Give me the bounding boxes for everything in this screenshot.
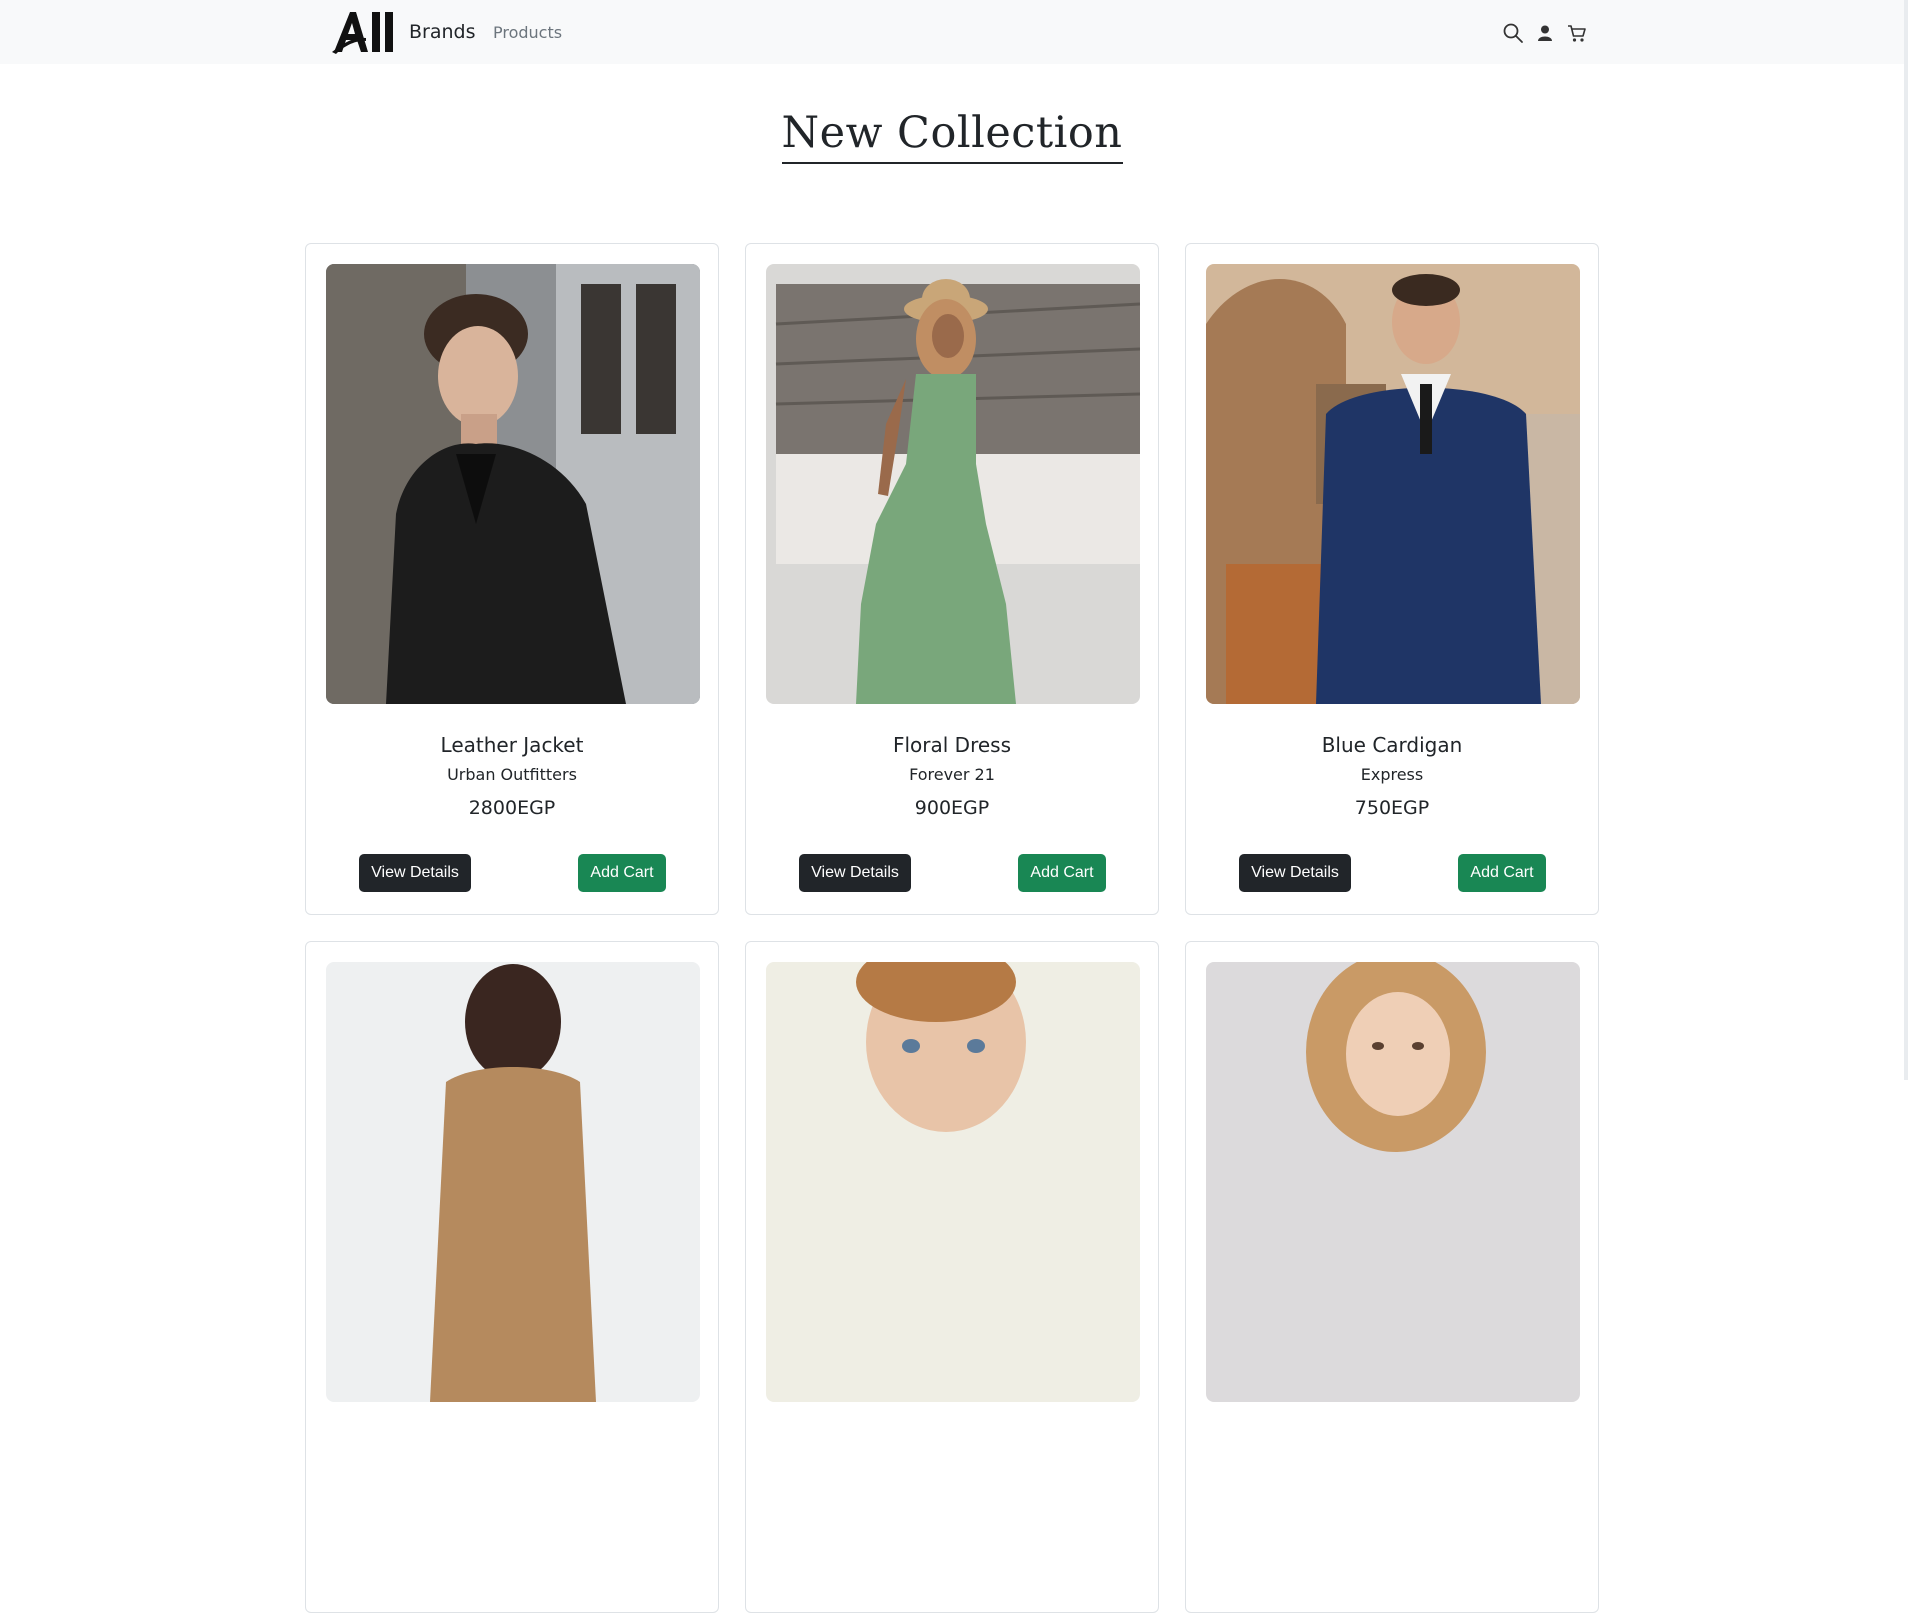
product-image[interactable] — [766, 962, 1140, 1402]
add-cart-button[interactable]: Add Cart — [578, 854, 666, 892]
product-image[interactable] — [326, 264, 700, 704]
product-image[interactable] — [1206, 264, 1580, 704]
add-cart-button[interactable]: Add Cart — [1458, 854, 1546, 892]
product-price: 750EGP — [1354, 797, 1430, 819]
product-card: Leather Jacket Urban Outfitters 2800EGP … — [305, 243, 719, 915]
product-title: Leather Jacket — [440, 733, 584, 757]
nav-link-products[interactable]: Products — [493, 23, 562, 42]
view-details-button[interactable]: View Details — [1239, 854, 1351, 892]
product-image[interactable] — [1206, 962, 1580, 1402]
product-brand: Express — [1360, 765, 1424, 784]
product-card — [305, 941, 719, 1613]
product-card: Floral Dress Forever 21 900EGP View Deta… — [745, 243, 1159, 915]
navbar: Brands Products — [0, 0, 1904, 64]
product-price: 900EGP — [914, 797, 990, 819]
product-image[interactable] — [766, 264, 1140, 704]
product-card: Blue Cardigan Express 750EGP View Detail… — [1185, 243, 1599, 915]
product-brand: Forever 21 — [909, 765, 995, 784]
product-title: Blue Cardigan — [1321, 733, 1463, 757]
product-title: Floral Dress — [892, 733, 1012, 757]
section-title: New Collection — [781, 108, 1123, 164]
view-details-button[interactable]: View Details — [359, 854, 471, 892]
product-brand: Urban Outfitters — [447, 765, 577, 784]
nav-link-brands[interactable]: Brands — [409, 21, 476, 43]
cart-icon[interactable] — [1566, 22, 1588, 44]
section-heading: New Collection — [0, 108, 1904, 164]
scrollbar[interactable] — [1904, 0, 1908, 1080]
product-card — [745, 941, 1159, 1613]
product-image[interactable] — [326, 962, 700, 1402]
add-cart-button[interactable]: Add Cart — [1018, 854, 1106, 892]
search-icon[interactable] — [1502, 22, 1524, 44]
user-icon[interactable] — [1534, 22, 1556, 44]
product-price: 2800EGP — [468, 797, 556, 819]
product-card — [1185, 941, 1599, 1613]
all-logo[interactable] — [332, 8, 398, 54]
view-details-button[interactable]: View Details — [799, 854, 911, 892]
